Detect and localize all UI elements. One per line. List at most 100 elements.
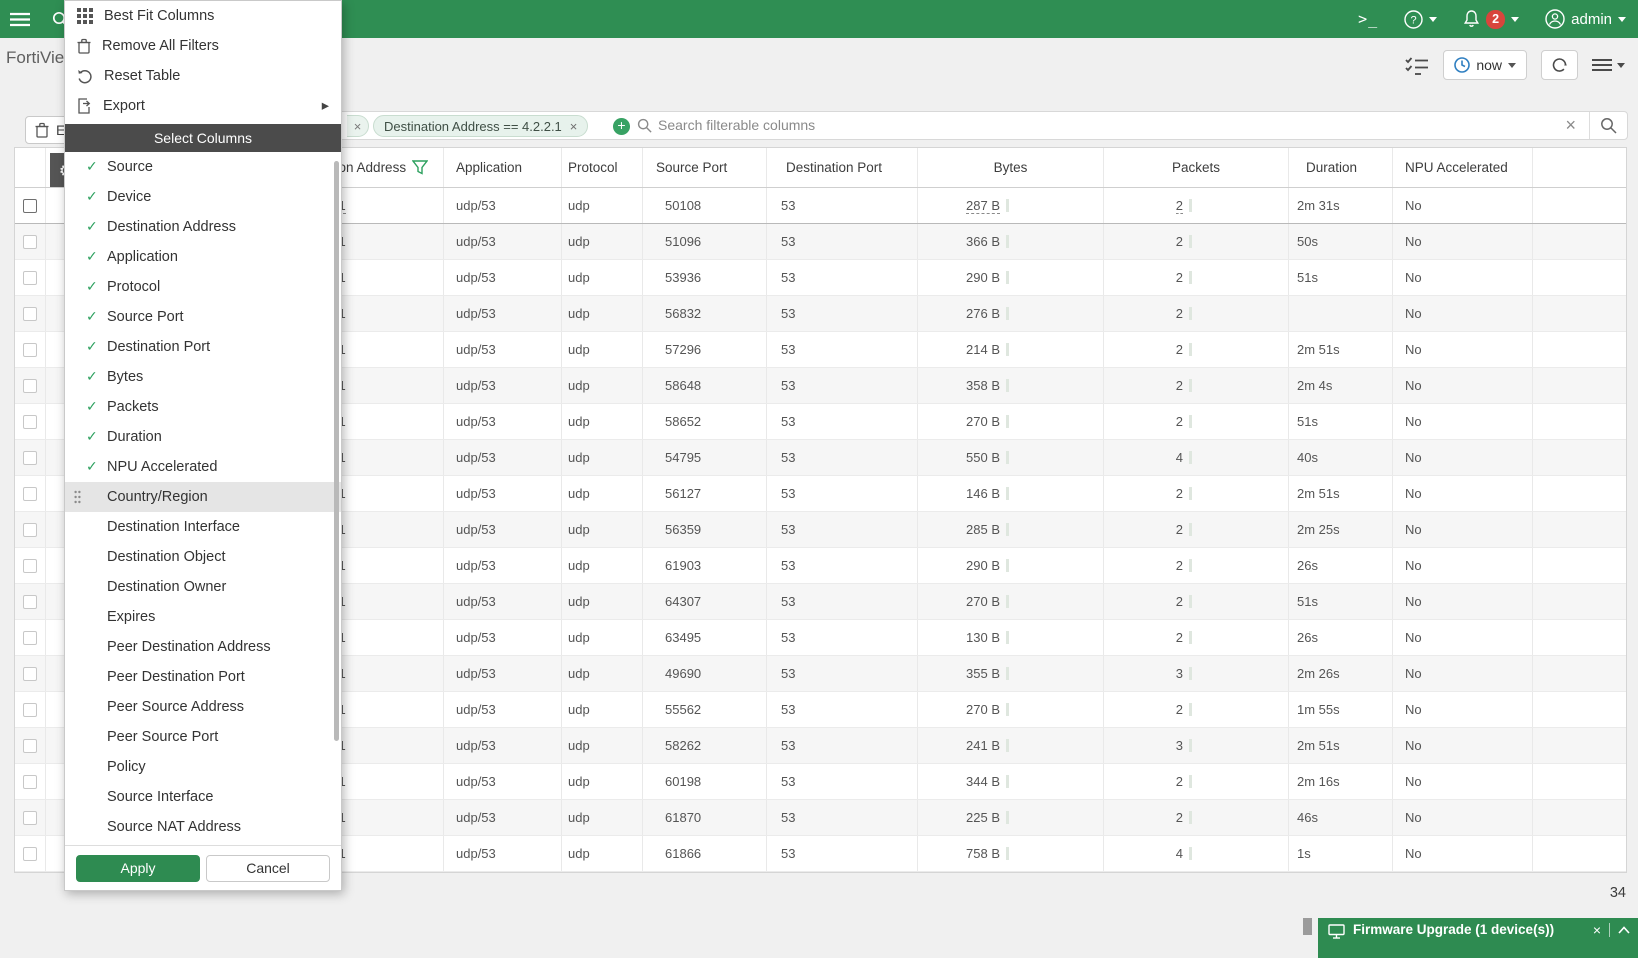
row-checkbox[interactable] <box>23 235 37 249</box>
filter-chip-remove-icon[interactable]: × <box>570 119 578 134</box>
row-checkbox[interactable] <box>23 271 37 285</box>
time-range-label: now <box>1476 57 1502 73</box>
add-filter-icon[interactable]: + <box>613 118 630 135</box>
column-header-proto[interactable]: Protocol <box>562 148 643 187</box>
filter-search-placeholder[interactable]: Search filterable columns <box>658 117 815 133</box>
cell-bytes: 290 B <box>918 260 1104 295</box>
column-option-bytes[interactable]: ✓Bytes <box>65 362 341 392</box>
column-settings-checklist-icon[interactable] <box>1405 56 1429 75</box>
user-avatar-icon <box>1545 9 1565 29</box>
filter-funnel-icon[interactable] <box>412 160 428 175</box>
cell-protocol: udp <box>562 512 643 547</box>
row-checkbox[interactable] <box>23 487 37 501</box>
cell-npu-accelerated: No <box>1393 368 1533 403</box>
menu-action-best-fit-columns[interactable]: Best Fit Columns <box>65 1 341 31</box>
packets-mini-bar <box>1189 271 1192 284</box>
row-checkbox[interactable] <box>23 739 37 753</box>
hamburger-menu-icon[interactable] <box>10 12 30 27</box>
cell-protocol: udp <box>562 368 643 403</box>
table-toolbar: now <box>1405 49 1625 81</box>
column-option-source-interface[interactable]: Source Interface <box>65 782 341 812</box>
column-option-duration[interactable]: ✓Duration <box>65 422 341 452</box>
column-header-npu[interactable]: NPU Accelerated <box>1393 148 1533 187</box>
cell-bytes: 366 B <box>918 224 1104 259</box>
column-option-application[interactable]: ✓Application <box>65 242 341 272</box>
column-option-destination-object[interactable]: Destination Object <box>65 542 341 572</box>
row-checkbox[interactable] <box>23 811 37 825</box>
column-option-device[interactable]: ✓Device <box>65 182 341 212</box>
menu-action-export[interactable]: Export▸ <box>65 91 341 121</box>
column-option-policy[interactable]: Policy <box>65 752 341 782</box>
row-checkbox[interactable] <box>23 631 37 645</box>
column-header-bytes[interactable]: Bytes <box>918 148 1104 187</box>
column-header-duration[interactable]: Duration <box>1289 148 1393 187</box>
bell-icon <box>1463 10 1480 28</box>
cell-packets: 2 <box>1104 260 1289 295</box>
table-options-menu[interactable] <box>1592 58 1625 72</box>
cell-npu-accelerated: No <box>1393 692 1533 727</box>
column-option-source-port[interactable]: ✓Source Port <box>65 302 341 332</box>
column-option-peer-source-port[interactable]: Peer Source Port <box>65 722 341 752</box>
help-menu[interactable]: ? <box>1404 10 1437 29</box>
row-checkbox-cell <box>15 656 46 691</box>
notifications-menu[interactable]: 2 <box>1463 10 1519 29</box>
user-menu[interactable]: admin <box>1545 9 1626 29</box>
drag-handle-icon[interactable] <box>74 490 81 504</box>
column-option-peer-destination-port[interactable]: Peer Destination Port <box>65 662 341 692</box>
column-option-protocol[interactable]: ✓Protocol <box>65 272 341 302</box>
cancel-button[interactable]: Cancel <box>206 855 330 882</box>
cell-bytes: 146 B <box>918 476 1104 511</box>
clear-search-icon[interactable]: × <box>1552 115 1589 136</box>
menu-action-remove-all-filters[interactable]: Remove All Filters <box>65 31 341 61</box>
packets-mini-bar <box>1189 379 1192 392</box>
column-header-packets[interactable]: Packets <box>1104 148 1289 187</box>
row-checkbox[interactable] <box>23 703 37 717</box>
bytes-mini-bar <box>1006 523 1009 536</box>
row-checkbox[interactable] <box>23 523 37 537</box>
column-header-sport[interactable]: Source Port <box>643 148 767 187</box>
cell-npu-accelerated: No <box>1393 476 1533 511</box>
row-checkbox[interactable] <box>23 847 37 861</box>
column-option-peer-source-address[interactable]: Peer Source Address <box>65 692 341 722</box>
column-option-peer-destination-address[interactable]: Peer Destination Address <box>65 632 341 662</box>
refresh-button[interactable] <box>1541 50 1578 80</box>
column-option-source-nat-address[interactable]: Source NAT Address <box>65 812 341 842</box>
column-header-app[interactable]: Application <box>444 148 562 187</box>
row-checkbox[interactable] <box>23 415 37 429</box>
cell-destination-port: 53 <box>767 188 918 223</box>
cell-application: udp/53 <box>444 296 562 331</box>
row-checkbox[interactable] <box>23 343 37 357</box>
column-option-expires[interactable]: Expires <box>65 602 341 632</box>
row-checkbox[interactable] <box>23 307 37 321</box>
apply-search-icon[interactable] <box>1589 112 1627 139</box>
column-option-destination-address[interactable]: ✓Destination Address <box>65 212 341 242</box>
column-option-source[interactable]: ✓Source <box>65 152 341 182</box>
column-option-destination-port[interactable]: ✓Destination Port <box>65 332 341 362</box>
time-range-button[interactable]: now <box>1443 50 1527 80</box>
row-checkbox[interactable] <box>23 379 37 393</box>
column-option-npu-accelerated[interactable]: ✓NPU Accelerated <box>65 452 341 482</box>
firmware-upgrade-toast[interactable]: Firmware Upgrade (1 device(s)) × <box>1318 918 1638 958</box>
row-checkbox[interactable] <box>23 199 37 213</box>
header-filler-cell <box>1533 148 1626 187</box>
apply-button[interactable]: Apply <box>76 855 200 882</box>
row-checkbox[interactable] <box>23 667 37 681</box>
column-header-dport[interactable]: Destination Port <box>767 148 918 187</box>
row-checkbox[interactable] <box>23 451 37 465</box>
row-checkbox[interactable] <box>23 595 37 609</box>
packets-mini-bar <box>1189 631 1192 644</box>
cli-console-icon[interactable]: >_ <box>1358 10 1378 28</box>
toast-close-icon[interactable]: × <box>1593 922 1601 938</box>
row-checkbox[interactable] <box>23 775 37 789</box>
column-option-packets[interactable]: ✓Packets <box>65 392 341 422</box>
column-option-country-region[interactable]: Country/Region <box>65 482 341 512</box>
menu-scrollbar[interactable] <box>334 161 339 741</box>
cell-bytes: 355 B <box>918 656 1104 691</box>
toast-expand-chevron-icon[interactable] <box>1618 926 1630 934</box>
filter-chip[interactable]: Destination Address == 4.2.2.1 × <box>373 115 588 137</box>
menu-action-reset-table[interactable]: Reset Table <box>65 61 341 91</box>
column-option-destination-interface[interactable]: Destination Interface <box>65 512 341 542</box>
row-checkbox[interactable] <box>23 559 37 573</box>
filter-chip-partial[interactable]: × <box>347 115 369 137</box>
column-option-destination-owner[interactable]: Destination Owner <box>65 572 341 602</box>
